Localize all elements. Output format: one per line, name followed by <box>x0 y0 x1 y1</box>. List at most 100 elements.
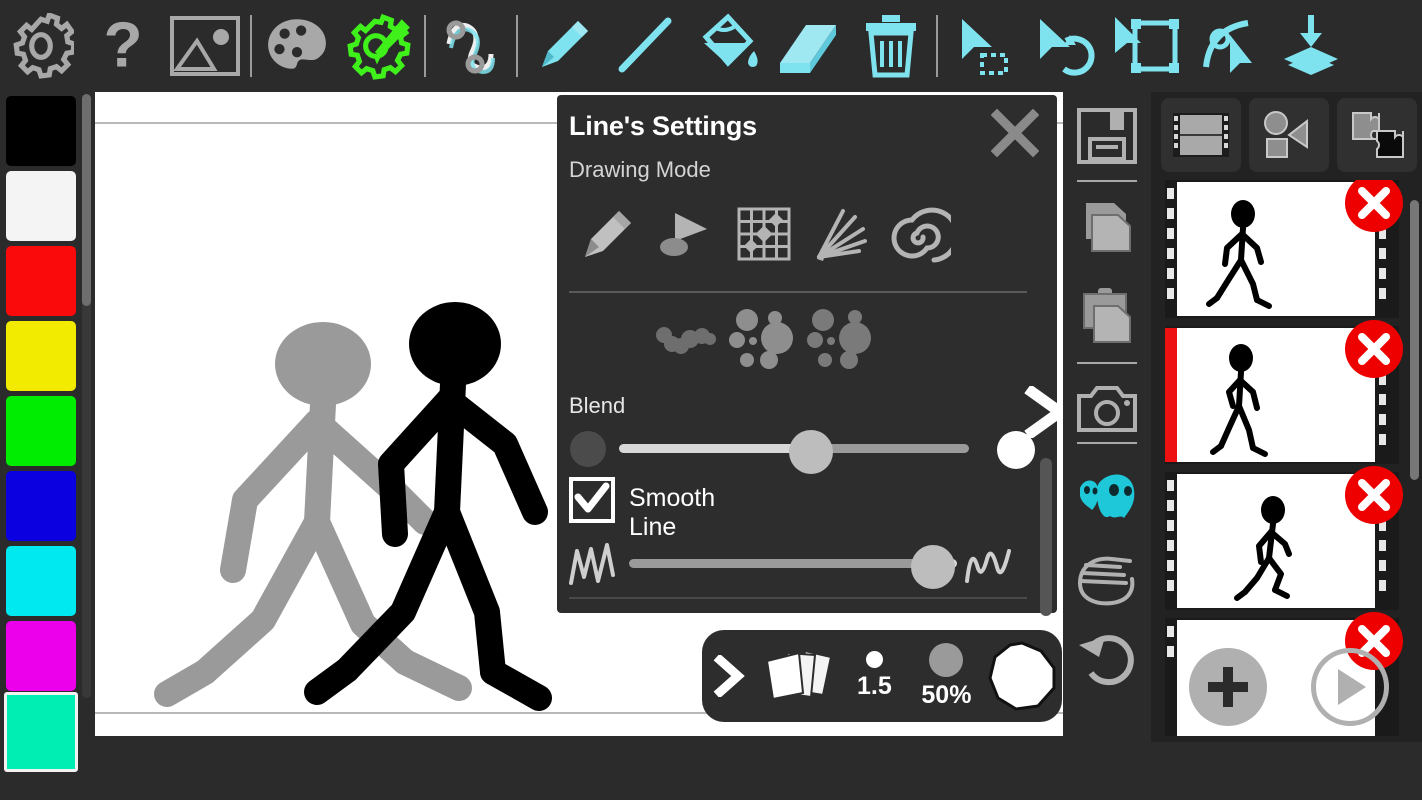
pattern-grid-mode-icon[interactable] <box>725 195 803 273</box>
save-icon[interactable] <box>1071 100 1143 172</box>
frames-panel <box>1151 92 1422 742</box>
tab-plugins[interactable] <box>1337 98 1417 172</box>
right-tool-sidebar <box>1063 92 1151 800</box>
brush-settings-gear-icon[interactable] <box>338 0 420 92</box>
paste-icon[interactable] <box>1071 280 1143 352</box>
scatter-small-icon[interactable] <box>647 300 725 378</box>
fan-bristle-mode-icon[interactable] <box>803 195 881 273</box>
copy-icon[interactable] <box>1071 192 1143 264</box>
brush-size-dot-icon <box>838 651 910 668</box>
palette-icon[interactable] <box>256 0 338 92</box>
color-palette-sidebar <box>0 92 92 800</box>
fill-bucket-icon[interactable] <box>686 0 768 92</box>
undo-icon[interactable] <box>1071 622 1143 694</box>
swatch-magenta[interactable] <box>6 621 76 691</box>
top-toolbar: ? <box>0 0 1422 92</box>
swatch-red[interactable] <box>6 246 76 316</box>
swatch-spring-green[interactable] <box>4 692 78 772</box>
eraser-icon[interactable] <box>768 0 850 92</box>
expand-arrow-icon[interactable] <box>702 655 759 697</box>
drawing-mode-label: Drawing Mode <box>569 157 711 182</box>
add-frame-button[interactable] <box>1189 648 1267 726</box>
blend-slider-row <box>567 423 1037 474</box>
frames-list[interactable] <box>1161 180 1411 736</box>
frame-selected-indicator <box>1165 328 1177 462</box>
settings-panel-scrollbar[interactable] <box>1040 458 1052 616</box>
brush-size-control[interactable]: 1.5 <box>838 651 910 701</box>
onion-skin-ghost-icon[interactable] <box>1071 460 1143 532</box>
scatter-medium-icon[interactable] <box>725 300 803 378</box>
swatch-green[interactable] <box>6 396 76 466</box>
frame-delete-button[interactable] <box>1345 466 1403 524</box>
frames-scrollbar[interactable] <box>1410 200 1419 480</box>
line-settings-panel: Line's Settings Drawing Mode Blend Smoot… <box>557 95 1057 613</box>
right-tools-divider-2 <box>1077 362 1137 364</box>
texture-mode-row <box>647 300 1047 378</box>
blend-label: Blend <box>569 393 626 418</box>
right-tools-divider-1 <box>1077 180 1137 182</box>
pencil-icon[interactable] <box>522 0 604 92</box>
help-question-icon[interactable]: ? <box>82 0 164 92</box>
settings-bottom-rule <box>569 597 1027 599</box>
pencil-mode-icon[interactable] <box>569 195 647 273</box>
camera-icon[interactable] <box>1071 374 1143 446</box>
brush-size-value: 1.5 <box>857 672 892 700</box>
smooth-line-label: Smooth Line <box>629 484 716 541</box>
line-icon[interactable] <box>604 0 686 92</box>
right-tools-divider-3 <box>1077 442 1137 444</box>
node-edit-icon[interactable] <box>1188 0 1270 92</box>
brush-stack-icon[interactable] <box>759 647 839 705</box>
blend-slider-knob[interactable] <box>789 430 833 474</box>
swatch-blue[interactable] <box>6 471 76 541</box>
hand-pan-icon[interactable] <box>1071 542 1143 614</box>
current-color-preview[interactable] <box>982 640 1062 712</box>
app-root: ? Line's Settings Drawing Mode Blend Smo… <box>0 0 1422 800</box>
dark-circle-icon <box>570 431 606 467</box>
transform-frame-icon[interactable] <box>1106 0 1188 92</box>
image-icon[interactable] <box>164 0 246 92</box>
blend-slider-track-rest[interactable] <box>809 444 969 453</box>
brush-opacity-dot-icon <box>910 642 982 677</box>
toolbar-divider-4 <box>936 15 938 77</box>
svg-text:?: ? <box>103 13 142 79</box>
play-button[interactable] <box>1311 648 1389 726</box>
toolbar-divider-3 <box>516 15 518 77</box>
frame-item[interactable] <box>1165 466 1403 610</box>
path-node-icon[interactable] <box>430 0 512 92</box>
tab-frames[interactable] <box>1161 98 1241 172</box>
select-cursor-icon[interactable] <box>942 0 1024 92</box>
toolbar-divider-2 <box>424 15 426 77</box>
frame-item[interactable] <box>1165 180 1403 318</box>
drawing-mode-row <box>569 195 1039 273</box>
swatch-black[interactable] <box>6 96 76 166</box>
spiral-mode-icon[interactable] <box>881 195 959 273</box>
swatch-white[interactable] <box>6 171 76 241</box>
tab-shapes[interactable] <box>1249 98 1329 172</box>
jagged-line-icon <box>567 539 621 592</box>
smooth-line-checkbox[interactable] <box>569 477 615 523</box>
settings-divider <box>569 291 1027 293</box>
swatch-yellow[interactable] <box>6 321 76 391</box>
frame-item[interactable] <box>1165 320 1403 464</box>
smooth-slider-knob[interactable] <box>911 545 955 589</box>
blend-slider-track-filled[interactable] <box>619 444 809 453</box>
palette-scrollbar[interactable] <box>82 94 91 698</box>
brush-opacity-value: 50% <box>921 680 972 709</box>
layers-down-icon[interactable] <box>1270 0 1352 92</box>
swatch-cyan[interactable] <box>6 546 76 616</box>
brush-settings-bar: 1.5 50% <box>702 630 1062 722</box>
calligraphy-mode-icon[interactable] <box>647 195 725 273</box>
undo-cursor-icon[interactable] <box>1024 0 1106 92</box>
close-icon[interactable] <box>990 108 1040 158</box>
smooth-slider-track-filled[interactable] <box>629 559 929 568</box>
smooth-wave-icon <box>963 541 1017 592</box>
scatter-large-icon[interactable] <box>803 300 881 378</box>
palette-scrollbar-thumb[interactable] <box>82 94 91 306</box>
smooth-slider-row <box>567 539 1037 589</box>
brush-opacity-control[interactable]: 50% <box>910 642 982 710</box>
settings-gear-icon[interactable] <box>0 0 82 92</box>
trash-icon[interactable] <box>850 0 932 92</box>
onion-skin-figure <box>154 322 472 707</box>
frame-delete-button[interactable] <box>1345 320 1403 378</box>
toolbar-divider-1 <box>250 15 252 77</box>
